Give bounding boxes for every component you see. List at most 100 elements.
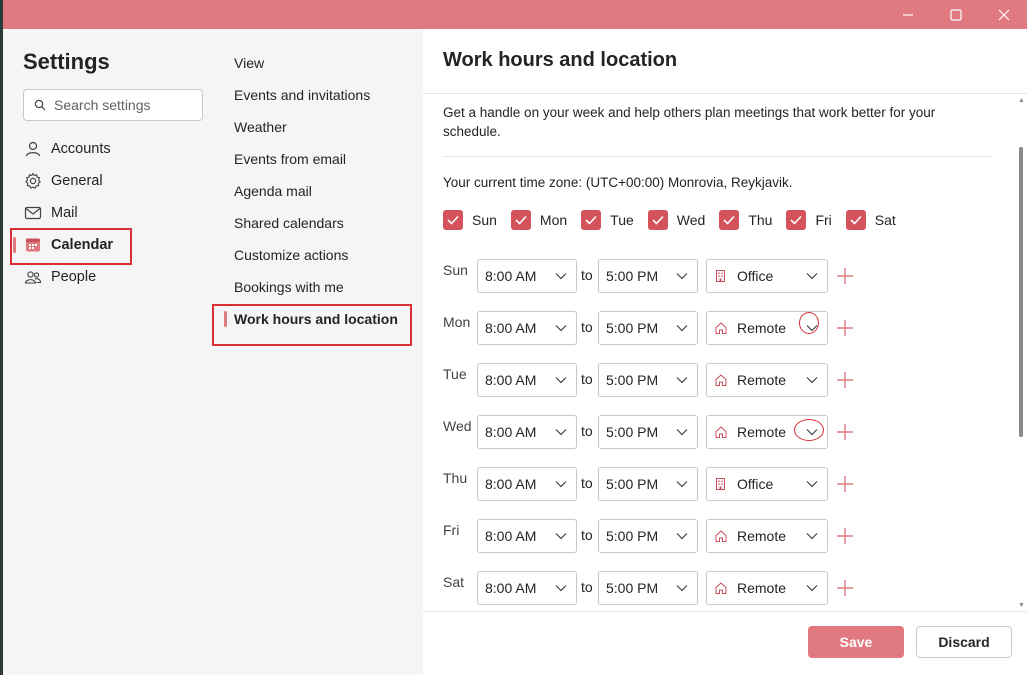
start-time-value: 8:00 AM: [485, 424, 537, 440]
nav-item-label: Accounts: [51, 141, 111, 157]
chevron-down-icon: [554, 269, 568, 286]
maximize-icon: [950, 8, 962, 21]
location-dropdown[interactable]: Remote: [706, 571, 828, 605]
chevron-down-icon: [675, 269, 689, 286]
scroll-up-icon[interactable]: ▲: [1018, 97, 1025, 104]
nav-item-general[interactable]: General: [23, 165, 103, 197]
end-time-dropdown[interactable]: 5:00 PM: [598, 259, 698, 293]
end-time-dropdown[interactable]: 5:00 PM: [598, 415, 698, 449]
start-time-dropdown[interactable]: 8:00 AM: [477, 467, 577, 501]
day-checkbox-thu[interactable]: Thu: [719, 210, 772, 230]
start-time-dropdown[interactable]: 8:00 AM: [477, 259, 577, 293]
day-label: Fri: [815, 212, 832, 228]
nav-item-people[interactable]: People: [23, 261, 96, 293]
day-checkbox-sat[interactable]: Sat: [845, 210, 896, 230]
checkmark-icon: [719, 210, 740, 230]
location-dropdown[interactable]: Office: [706, 467, 828, 501]
day-checkbox-fri[interactable]: Fri: [786, 210, 832, 230]
scroll-down-icon[interactable]: ▼: [1018, 602, 1025, 609]
start-time-dropdown[interactable]: 8:00 AM: [477, 415, 577, 449]
start-time-dropdown[interactable]: 8:00 AM: [477, 519, 577, 553]
search-box[interactable]: [23, 89, 203, 121]
nav-item-accounts[interactable]: Accounts: [23, 133, 111, 165]
subnav-item-weather[interactable]: Weather: [234, 117, 287, 137]
scrollbar-thumb[interactable]: [1019, 147, 1023, 437]
add-time-icon[interactable]: [836, 579, 854, 597]
close-button[interactable]: [981, 0, 1027, 29]
workday-checkboxes: Sun Mon Tue Wed Thu Fri Sat: [443, 210, 910, 230]
end-time-dropdown[interactable]: 5:00 PM: [598, 363, 698, 397]
subnav-item-bookings-with-me[interactable]: Bookings with me: [234, 277, 344, 297]
start-time-dropdown[interactable]: 8:00 AM: [477, 571, 577, 605]
subnav-item-events-from-email[interactable]: Events from email: [234, 149, 346, 169]
day-checkbox-wed[interactable]: Wed: [647, 210, 705, 230]
add-time-icon[interactable]: [836, 371, 854, 389]
end-time-dropdown[interactable]: 5:00 PM: [598, 519, 698, 553]
save-button[interactable]: Save: [808, 626, 904, 658]
add-time-icon[interactable]: [836, 475, 854, 493]
chevron-down-icon: [675, 477, 689, 494]
home-icon: [714, 529, 728, 543]
scrollbar[interactable]: ▲ ▼: [1018, 97, 1025, 609]
chevron-down-icon: [554, 529, 568, 546]
maximize-button[interactable]: [933, 0, 979, 29]
location-value: Office: [737, 268, 774, 284]
gear-icon: [23, 171, 43, 191]
chevron-down-icon: [675, 373, 689, 390]
end-time-dropdown[interactable]: 5:00 PM: [598, 467, 698, 501]
discard-button[interactable]: Discard: [916, 626, 1012, 658]
add-time-icon[interactable]: [836, 423, 854, 441]
chevron-down-icon: [554, 321, 568, 338]
start-time-value: 8:00 AM: [485, 320, 537, 336]
day-label: Fri: [443, 522, 460, 538]
schedule-row-sat: Sat 8:00 AM to 5:00 PM Remote: [443, 571, 1003, 605]
subnav-item-view[interactable]: View: [234, 53, 264, 73]
day-label: Sat: [874, 212, 896, 228]
subnav-item-agenda-mail[interactable]: Agenda mail: [234, 181, 312, 201]
day-checkbox-tue[interactable]: Tue: [581, 210, 634, 230]
page-title: Work hours and location: [443, 49, 678, 71]
home-icon: [714, 425, 728, 439]
checkmark-icon: [443, 210, 463, 230]
home-icon: [714, 321, 728, 335]
end-time-dropdown[interactable]: 5:00 PM: [598, 571, 698, 605]
checkmark-icon: [510, 210, 531, 230]
location-dropdown[interactable]: Remote: [706, 363, 828, 397]
day-checkbox-sun[interactable]: Sun: [443, 210, 497, 230]
checkmark-icon: [786, 210, 807, 230]
title-bar: [3, 0, 1027, 29]
chevron-down-icon: [805, 269, 819, 286]
minimize-button[interactable]: [885, 0, 931, 29]
start-time-dropdown[interactable]: 8:00 AM: [477, 363, 577, 397]
subnav-item-shared-calendars[interactable]: Shared calendars: [234, 213, 344, 233]
chevron-down-icon: [554, 477, 568, 494]
chevron-down-icon: [675, 425, 689, 442]
day-label: Mon: [443, 314, 471, 330]
search-icon: [34, 99, 46, 111]
nav-item-mail[interactable]: Mail: [23, 197, 78, 229]
home-icon: [714, 581, 728, 595]
location-dropdown[interactable]: Office: [706, 259, 828, 293]
add-time-icon[interactable]: [836, 267, 854, 285]
location-value: Remote: [737, 528, 787, 544]
day-label: Thu: [443, 470, 468, 486]
checkmark-icon: [647, 210, 668, 230]
location-value: Office: [737, 476, 774, 492]
chevron-down-icon: [554, 425, 568, 442]
day-checkbox-mon[interactable]: Mon: [510, 210, 568, 230]
subnav-item-customize-actions[interactable]: Customize actions: [234, 245, 348, 265]
schedule-row-tue: Tue 8:00 AM to 5:00 PM Remote: [443, 363, 1003, 397]
chevron-down-icon: [805, 477, 819, 494]
start-time-dropdown[interactable]: 8:00 AM: [477, 311, 577, 345]
subnav-item-events-and-invitations[interactable]: Events and invitations: [234, 85, 370, 105]
to-label: to: [581, 475, 593, 491]
day-label: Mon: [539, 212, 568, 228]
start-time-value: 8:00 AM: [485, 580, 537, 596]
checkmark-icon: [845, 210, 866, 230]
location-dropdown[interactable]: Remote: [706, 519, 828, 553]
add-time-icon[interactable]: [836, 527, 854, 545]
end-time-dropdown[interactable]: 5:00 PM: [598, 311, 698, 345]
add-time-icon[interactable]: [836, 319, 854, 337]
chevron-down-icon: [554, 373, 568, 390]
search-input[interactable]: [54, 97, 194, 113]
